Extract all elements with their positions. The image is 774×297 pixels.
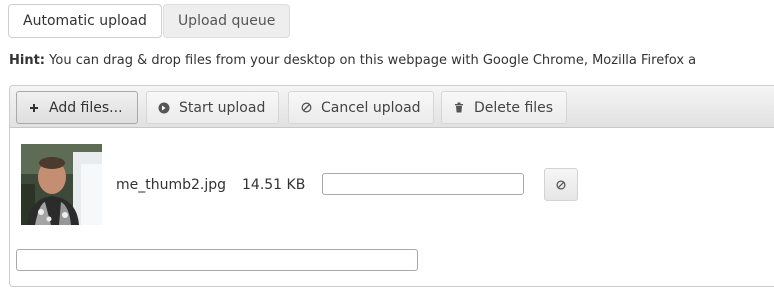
- plus-icon: [28, 102, 40, 114]
- file-size: 14.51 KB: [242, 177, 306, 193]
- ban-icon: [556, 175, 566, 194]
- add-files-button[interactable]: Add files...: [16, 91, 138, 124]
- upload-toolbar: Add files... Start upload Cancel upload …: [10, 86, 774, 128]
- delete-files-button[interactable]: Delete files: [441, 91, 567, 124]
- cancel-upload-label: Cancel upload: [321, 99, 421, 116]
- start-upload-button[interactable]: Start upload: [146, 91, 279, 124]
- cancel-upload-button[interactable]: Cancel upload: [288, 91, 434, 124]
- tab-upload-queue[interactable]: Upload queue: [162, 4, 291, 38]
- trash-icon: [453, 102, 465, 114]
- start-upload-label: Start upload: [179, 99, 266, 116]
- hint-text: Hint: You can drag & drop files from you…: [9, 53, 696, 68]
- circle-arrow-right-icon: [158, 102, 170, 114]
- ban-icon: [300, 102, 312, 114]
- delete-files-label: Delete files: [474, 99, 554, 116]
- tab-automatic-upload[interactable]: Automatic upload: [8, 4, 162, 38]
- file-cancel-button[interactable]: [544, 168, 578, 201]
- hint-message: You can drag & drop files from your desk…: [45, 53, 697, 68]
- upload-panel: Add files... Start upload Cancel upload …: [9, 85, 774, 287]
- upload-tabs: Automatic upload Upload queue: [8, 4, 291, 38]
- hint-label: Hint:: [9, 53, 46, 68]
- add-files-label: Add files...: [49, 99, 123, 116]
- file-thumbnail: [21, 144, 102, 225]
- file-name: me_thumb2.jpg: [116, 177, 227, 193]
- overall-progress-bar: [16, 249, 418, 271]
- file-progress-bar: [322, 173, 524, 195]
